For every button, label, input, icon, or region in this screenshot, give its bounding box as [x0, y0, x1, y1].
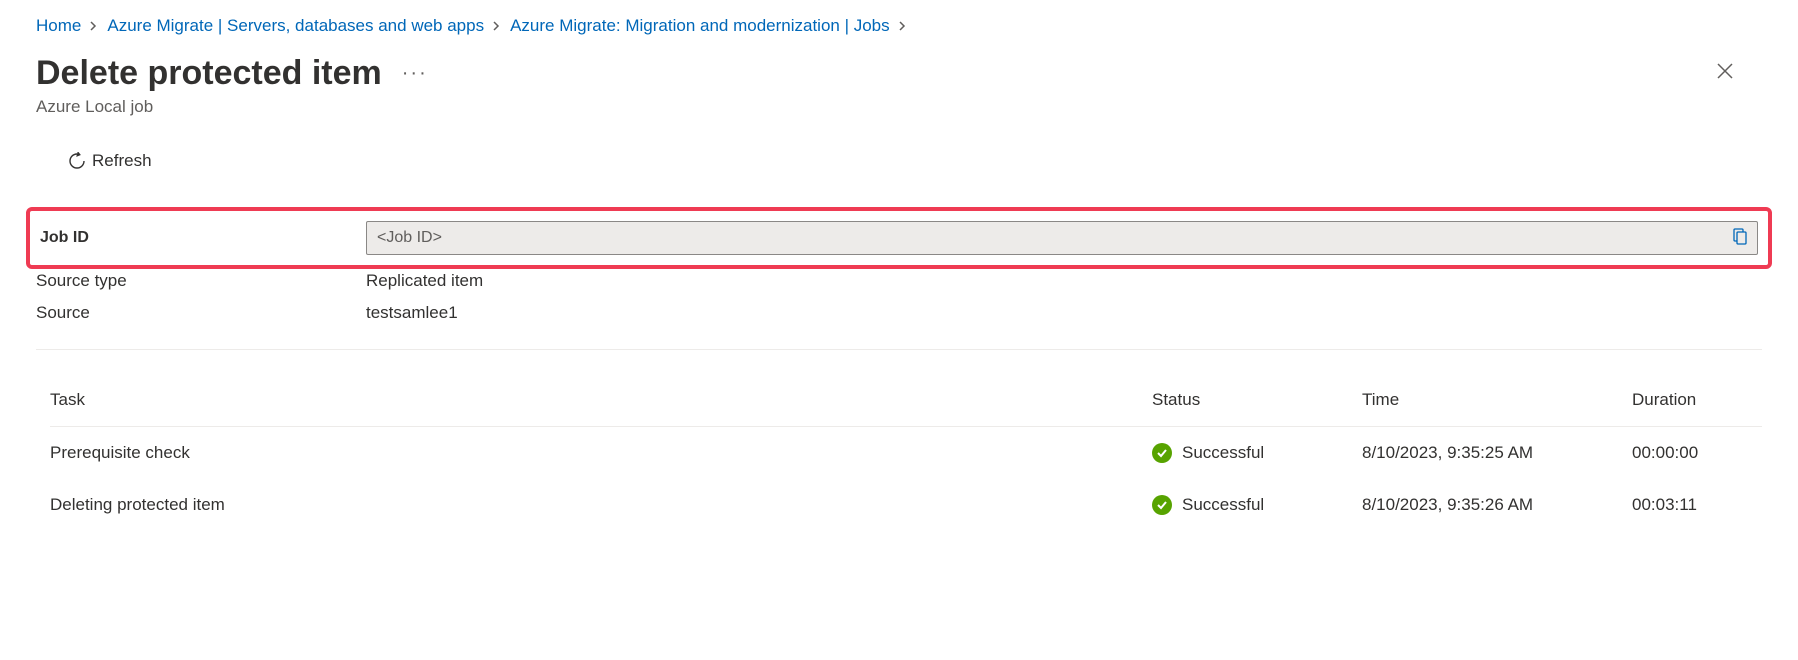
toolbar: Refresh — [0, 121, 1798, 189]
col-header-status: Status — [1152, 390, 1362, 410]
page-subtitle: Azure Local job — [36, 97, 428, 117]
task-status-cell: Successful — [1152, 495, 1362, 515]
job-id-row-highlight: Job ID <Job ID> — [26, 207, 1772, 269]
page-title: Delete protected item — [36, 54, 382, 93]
copy-icon — [1731, 227, 1749, 245]
table-row: Prerequisite check Successful 8/10/2023,… — [50, 427, 1762, 479]
task-time: 8/10/2023, 9:35:25 AM — [1362, 443, 1632, 463]
source-type-label: Source type — [36, 271, 366, 291]
col-header-duration: Duration — [1632, 390, 1762, 410]
source-type-row: Source type Replicated item — [36, 265, 1762, 297]
source-label: Source — [36, 303, 366, 323]
job-id-value: <Job ID> — [377, 229, 1729, 247]
job-id-label: Job ID — [40, 229, 366, 247]
refresh-icon — [68, 152, 86, 170]
source-type-value: Replicated item — [366, 271, 1762, 291]
task-status-text: Successful — [1182, 443, 1264, 463]
tasks-table: Task Status Time Duration Prerequisite c… — [0, 350, 1798, 531]
chevron-right-icon — [898, 18, 908, 34]
success-icon — [1152, 443, 1172, 463]
task-duration: 00:00:00 — [1632, 443, 1762, 463]
breadcrumb-home[interactable]: Home — [36, 16, 81, 36]
source-value: testsamlee1 — [366, 303, 1762, 323]
col-header-task: Task — [50, 390, 1152, 410]
properties-section: Job ID <Job ID> Source type Replicated i… — [0, 207, 1798, 329]
source-row: Source testsamlee1 — [36, 297, 1762, 329]
table-header-row: Task Status Time Duration — [50, 380, 1762, 427]
task-name: Deleting protected item — [50, 495, 1152, 515]
page-header: Delete protected item ··· Azure Local jo… — [0, 44, 1798, 121]
success-icon — [1152, 495, 1172, 515]
close-button[interactable] — [1708, 54, 1742, 93]
copy-button[interactable] — [1729, 225, 1751, 252]
task-time: 8/10/2023, 9:35:26 AM — [1362, 495, 1632, 515]
task-name: Prerequisite check — [50, 443, 1152, 463]
breadcrumb-migrate-servers[interactable]: Azure Migrate | Servers, databases and w… — [107, 16, 484, 36]
table-row: Deleting protected item Successful 8/10/… — [50, 479, 1762, 531]
task-duration: 00:03:11 — [1632, 495, 1762, 515]
chevron-right-icon — [492, 18, 502, 34]
more-actions-button[interactable]: ··· — [402, 62, 428, 85]
task-status-text: Successful — [1182, 495, 1264, 515]
refresh-label: Refresh — [92, 151, 152, 171]
refresh-button[interactable]: Refresh — [68, 151, 152, 171]
chevron-right-icon — [89, 18, 99, 34]
breadcrumb-migration-jobs[interactable]: Azure Migrate: Migration and modernizati… — [510, 16, 890, 36]
task-status-cell: Successful — [1152, 443, 1362, 463]
job-id-field[interactable]: <Job ID> — [366, 221, 1758, 255]
breadcrumb: Home Azure Migrate | Servers, databases … — [0, 0, 1798, 44]
close-icon — [1716, 62, 1734, 80]
col-header-time: Time — [1362, 390, 1632, 410]
